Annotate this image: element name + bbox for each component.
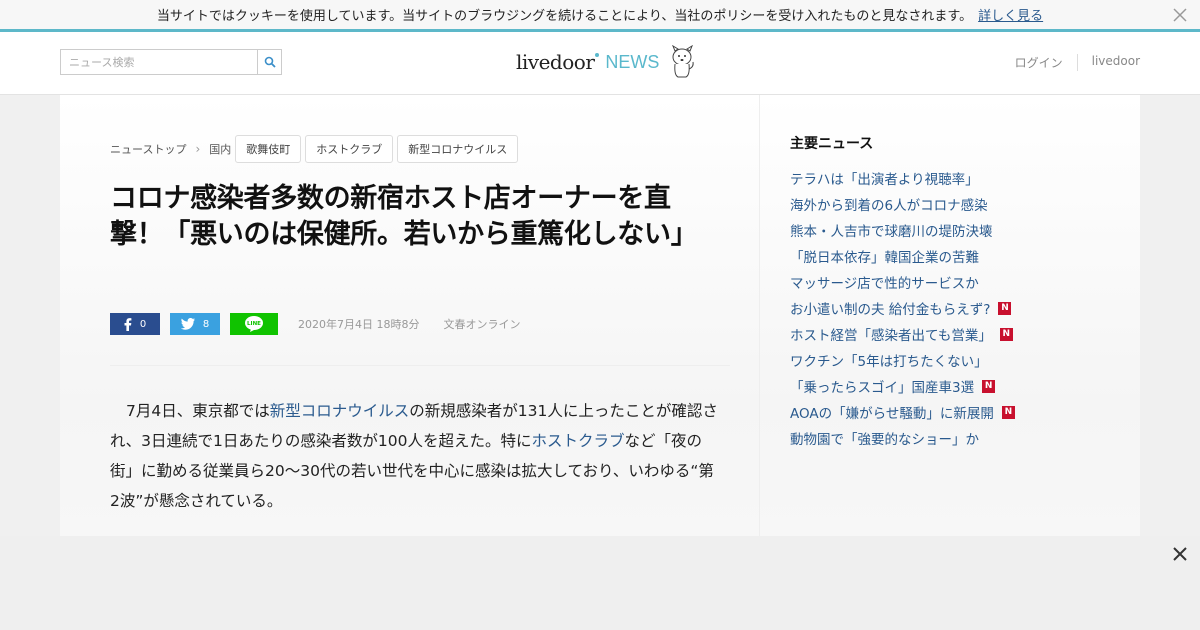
news-item-label: AOAの「嫌がらせ騒動」に新展開 (790, 406, 994, 422)
news-item[interactable]: テラハは「出演者より視聴率」 (790, 165, 1120, 191)
search-input[interactable] (61, 50, 257, 74)
new-badge-icon: N (999, 327, 1013, 341)
keyword-link-coronavirus[interactable]: 新型コロナウイルス (270, 402, 410, 420)
site-header: livedoor NEWS ログイン livedoor (0, 32, 1200, 95)
facebook-share-count: 0 (139, 318, 147, 330)
facebook-share-button[interactable]: 0 (110, 313, 160, 335)
article-divider (110, 365, 730, 366)
logo-star-icon (595, 53, 600, 57)
article-source[interactable]: 文春オンライン (443, 316, 520, 332)
breadcrumb: ニューストップ › 国内 歌舞伎町 ホストクラブ 新型コロナウイルス (110, 135, 519, 163)
news-item[interactable]: 「脱日本依存」韓国企業の苦難 (790, 243, 1120, 269)
search-icon (264, 56, 276, 68)
cookie-more-link[interactable]: 詳しく見る (978, 5, 1043, 24)
news-item-label: 海外から到着の6人がコロナ感染 (790, 198, 988, 214)
search-box (60, 49, 282, 75)
news-item-label: テラハは「出演者より視聴率」 (790, 172, 979, 188)
new-badge-icon: N (982, 379, 996, 393)
tag-host-club[interactable]: ホストクラブ (305, 135, 394, 163)
article-date: 2020年7月4日 18時8分 (298, 318, 420, 331)
breadcrumb-item-domestic[interactable]: 国内 (209, 141, 231, 157)
news-item-label: 「乗ったらスゴイ」国産車3選 (790, 380, 975, 396)
ad-banner (0, 536, 1200, 630)
cookie-banner: 当サイトではクッキーを使用しています。当サイトのブラウジングを続けることにより、… (0, 0, 1200, 29)
tag-coronavirus[interactable]: 新型コロナウイルス (397, 135, 519, 163)
article-body-text-1: 7月4日、東京都では (126, 402, 270, 420)
sidebar-heading: 主要ニュース (790, 136, 874, 152)
share-row: 0 8 LINE 2020年7月4日 18時8分 文春オンライン (110, 313, 520, 335)
news-item[interactable]: ワクチン「5年は打ちたくない」 (790, 347, 1120, 373)
tag-kabukicho[interactable]: 歌舞伎町 (235, 135, 302, 163)
logo-news-text: NEWS (605, 51, 660, 72)
twitter-icon (180, 318, 195, 330)
news-item-label: マッサージ店で性的サービスか (790, 276, 979, 292)
search-button[interactable] (257, 50, 281, 74)
news-item-label: ワクチン「5年は打ちたくない」 (790, 354, 988, 370)
livedoor-link[interactable]: livedoor (1076, 54, 1140, 71)
breadcrumb-item-news-top[interactable]: ニューストップ (110, 141, 186, 157)
news-item[interactable]: AOAの「嫌がらせ騒動」に新展開 N (790, 399, 1120, 425)
new-badge-icon: N (1001, 405, 1015, 419)
main-content: ニューストップ › 国内 歌舞伎町 ホストクラブ 新型コロナウイルス コロナ感染… (60, 95, 1140, 536)
mascot-dog-icon (672, 45, 695, 78)
news-item-label: 熊本・人吉市で球磨川の堤防決壊 (790, 224, 993, 240)
news-item[interactable]: 動物園で「強要的なショー」か (790, 425, 1120, 451)
line-icon: LINE (245, 316, 263, 332)
article: ニューストップ › 国内 歌舞伎町 ホストクラブ 新型コロナウイルス コロナ感染… (60, 95, 760, 536)
header-links: ログイン livedoor (1001, 54, 1140, 71)
news-item-label: お小遣い制の夫 給付金もらえず? (790, 302, 991, 318)
news-item[interactable]: 海外から到着の6人がコロナ感染 (790, 191, 1120, 217)
keyword-link-host-club[interactable]: ホストクラブ (531, 432, 624, 450)
line-share-button[interactable]: LINE (230, 313, 278, 335)
cookie-message: 当サイトではクッキーを使用しています。当サイトのブラウジングを続けることにより、… (156, 9, 973, 24)
sidebar-top-news: 主要ニュース テラハは「出演者より視聴率」 海外から到着の6人がコロナ感染 熊本・人… (790, 133, 1120, 451)
chevron-right-icon: › (195, 142, 201, 156)
news-list: テラハは「出演者より視聴率」 海外から到着の6人がコロナ感染 熊本・人吉市で球磨川の… (790, 165, 1120, 451)
news-item[interactable]: マッサージ店で性的サービスか (790, 269, 1120, 295)
news-item[interactable]: 熊本・人吉市で球磨川の堤防決壊 (790, 217, 1120, 243)
site-logo[interactable]: livedoor NEWS (516, 44, 697, 80)
news-item[interactable]: ホスト経営「感染者出ても営業」 N (790, 321, 1120, 347)
twitter-share-button[interactable]: 8 (170, 313, 220, 335)
logo-livedoor-text: livedoor (516, 50, 595, 74)
article-title: コロナ感染者多数の新宿ホスト店オーナーを直撃！「悪いのは保健所。若いから重篤化し… (110, 183, 698, 250)
news-item[interactable]: 「乗ったらスゴイ」国産車3選 N (790, 373, 1120, 399)
facebook-icon (124, 317, 132, 331)
cookie-close-icon[interactable] (1170, 5, 1190, 25)
news-item-label: ホスト経営「感染者出ても営業」 (790, 328, 992, 344)
news-item[interactable]: お小遣い制の夫 給付金もらえず? N (790, 295, 1120, 321)
svg-text:LINE: LINE (247, 321, 261, 327)
news-item-label: 動物園で「強要的なショー」か (790, 432, 979, 448)
twitter-share-count: 8 (202, 318, 210, 330)
news-item-label: 「脱日本依存」韓国企業の苦難 (790, 250, 979, 266)
login-link[interactable]: ログイン (1001, 54, 1077, 71)
ad-close-icon[interactable] (1170, 544, 1190, 564)
article-body: 7月4日、東京都では新型コロナウイルスの新規感染者が131人に上ったことが確認さ… (110, 396, 720, 516)
new-badge-icon: N (998, 301, 1012, 315)
